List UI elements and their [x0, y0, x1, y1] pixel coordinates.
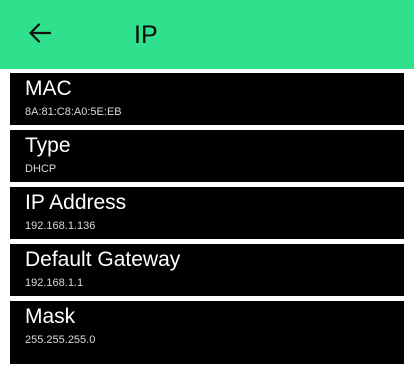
- type-label: Type: [25, 134, 71, 157]
- mask-label: Mask: [25, 305, 76, 328]
- ip-settings-screen: IP MAC 8A:81:C8:A0:5E:EB Type DHCP IP Ad…: [0, 0, 414, 373]
- list-item-mask[interactable]: Mask 255.255.255.0: [10, 301, 404, 364]
- type-value: DHCP: [25, 163, 57, 175]
- ip-address-label: IP Address: [25, 191, 127, 214]
- mac-label: MAC: [25, 77, 72, 100]
- arrow-left-icon: [29, 22, 52, 48]
- app-bar: IP: [0, 0, 414, 69]
- default-gateway-label: Default Gateway: [25, 248, 181, 271]
- mac-value: 8A:81:C8:A0:5E:EB: [25, 106, 122, 118]
- list-item-mac[interactable]: MAC 8A:81:C8:A0:5E:EB: [10, 73, 404, 125]
- list-item-type[interactable]: Type DHCP: [10, 130, 404, 182]
- default-gateway-value: 192.168.1.1: [25, 277, 84, 289]
- list-item-default-gateway[interactable]: Default Gateway 192.168.1.1: [10, 244, 404, 296]
- list-item-ip-address[interactable]: IP Address 192.168.1.136: [10, 187, 404, 239]
- mask-value: 255.255.255.0: [25, 334, 96, 346]
- ip-info-list: MAC 8A:81:C8:A0:5E:EB Type DHCP IP Addre…: [10, 69, 404, 364]
- page-title: IP: [134, 21, 158, 49]
- ip-address-value: 192.168.1.136: [25, 220, 96, 232]
- back-button[interactable]: [24, 19, 56, 51]
